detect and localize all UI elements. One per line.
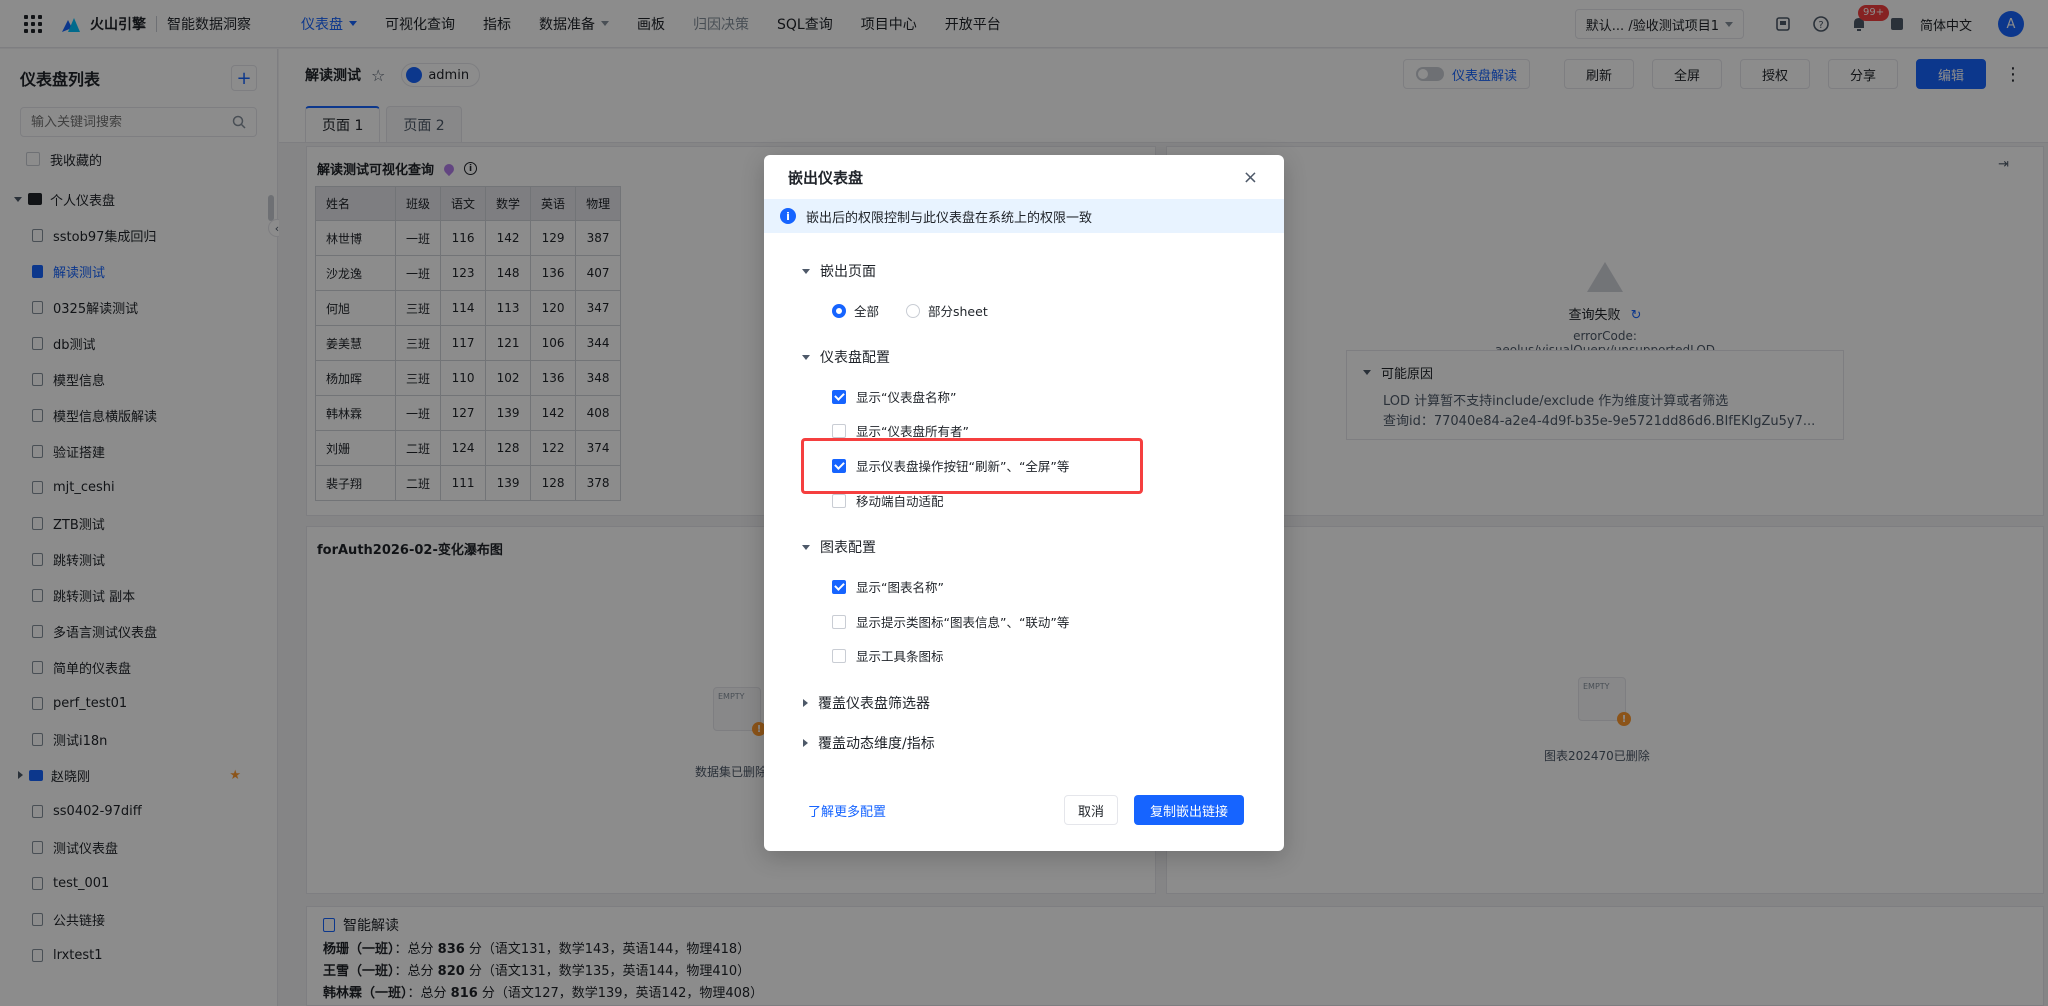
embed-dashboard-modal: 嵌出仪表盘 × i 嵌出后的权限控制与此仪表盘在系统上的权限一致 嵌出页面 全部… bbox=[764, 155, 1284, 851]
cancel-button[interactable]: 取消 bbox=[1064, 795, 1118, 825]
section-dashboard-config[interactable]: 仪表盘配置 bbox=[802, 347, 890, 367]
section-dashboard-config-label: 仪表盘配置 bbox=[820, 350, 890, 366]
show-toolbar-checkbox[interactable] bbox=[832, 648, 846, 663]
radio-all-label: 全部 bbox=[854, 304, 880, 319]
section-embed-page[interactable]: 嵌出页面 bbox=[802, 261, 876, 281]
permission-notice: i 嵌出后的权限控制与此仪表盘在系统上的权限一致 bbox=[764, 199, 1284, 233]
mobile-adapt-label: 移动端自动适配 bbox=[856, 494, 944, 509]
section-chart-config[interactable]: 图表配置 bbox=[802, 537, 876, 557]
show-chart-name-label: 显示“图表名称” bbox=[856, 580, 944, 595]
section-override-dynamic[interactable]: 覆盖动态维度/指标 bbox=[803, 733, 935, 753]
radio-all[interactable]: 全部 bbox=[832, 301, 879, 320]
show-chart-tips-checkbox[interactable] bbox=[832, 614, 846, 629]
show-owner-label: 显示“仪表盘所有者” bbox=[856, 424, 969, 439]
modal-title: 嵌出仪表盘 bbox=[788, 168, 864, 187]
section-embed-page-label: 嵌出页面 bbox=[820, 264, 876, 280]
mobile-adapt-checkbox[interactable] bbox=[832, 493, 846, 508]
option-show-chart-tips[interactable]: 显示提示类图标“图表信息”、“联动”等 bbox=[832, 612, 1069, 631]
close-icon[interactable]: × bbox=[1243, 167, 1258, 188]
expand-arrow-icon[interactable] bbox=[803, 739, 808, 747]
modal-footer: 了解更多配置 取消 复制嵌出链接 bbox=[764, 771, 1284, 851]
radio-all-button[interactable] bbox=[832, 303, 846, 318]
option-show-chart-name[interactable]: 显示“图表名称” bbox=[832, 577, 944, 596]
expand-arrow-icon[interactable] bbox=[803, 699, 808, 707]
option-mobile-adapt[interactable]: 移动端自动适配 bbox=[832, 491, 944, 510]
learn-more-link[interactable]: 了解更多配置 bbox=[808, 801, 886, 820]
show-name-label: 显示“仪表盘名称” bbox=[856, 390, 957, 405]
info-icon: i bbox=[780, 208, 796, 224]
option-show-dashboard-name[interactable]: 显示“仪表盘名称” bbox=[832, 387, 956, 406]
section-override-filter[interactable]: 覆盖仪表盘筛选器 bbox=[803, 693, 930, 713]
show-actions-label: 显示仪表盘操作按钮“刷新”、“全屏”等 bbox=[856, 459, 1070, 474]
option-show-toolbar[interactable]: 显示工具条图标 bbox=[832, 646, 944, 665]
show-actions-checkbox[interactable] bbox=[832, 458, 846, 473]
show-toolbar-label: 显示工具条图标 bbox=[856, 649, 944, 664]
option-show-action-buttons[interactable]: 显示仪表盘操作按钮“刷新”、“全屏”等 bbox=[832, 456, 1069, 475]
collapse-arrow-icon[interactable] bbox=[802, 544, 810, 550]
permission-notice-text: 嵌出后的权限控制与此仪表盘在系统上的权限一致 bbox=[806, 210, 1093, 226]
radio-part-button[interactable] bbox=[906, 303, 920, 318]
section-override-filter-label: 覆盖仪表盘筛选器 bbox=[818, 696, 930, 712]
show-owner-checkbox[interactable] bbox=[832, 423, 846, 438]
radio-part-sheet[interactable]: 部分sheet bbox=[906, 301, 988, 320]
section-chart-config-label: 图表配置 bbox=[820, 540, 876, 556]
option-show-owner[interactable]: 显示“仪表盘所有者” bbox=[832, 421, 969, 440]
show-chart-name-checkbox[interactable] bbox=[832, 579, 846, 594]
collapse-arrow-icon[interactable] bbox=[802, 268, 810, 274]
section-override-dynamic-label: 覆盖动态维度/指标 bbox=[818, 736, 935, 752]
show-chart-tips-label: 显示提示类图标“图表信息”、“联动”等 bbox=[856, 615, 1070, 630]
collapse-arrow-icon[interactable] bbox=[802, 354, 810, 360]
modal-header: 嵌出仪表盘 × bbox=[764, 155, 1284, 199]
radio-part-label: 部分sheet bbox=[928, 304, 988, 319]
show-name-checkbox[interactable] bbox=[832, 389, 846, 404]
copy-embed-link-button[interactable]: 复制嵌出链接 bbox=[1134, 795, 1244, 825]
